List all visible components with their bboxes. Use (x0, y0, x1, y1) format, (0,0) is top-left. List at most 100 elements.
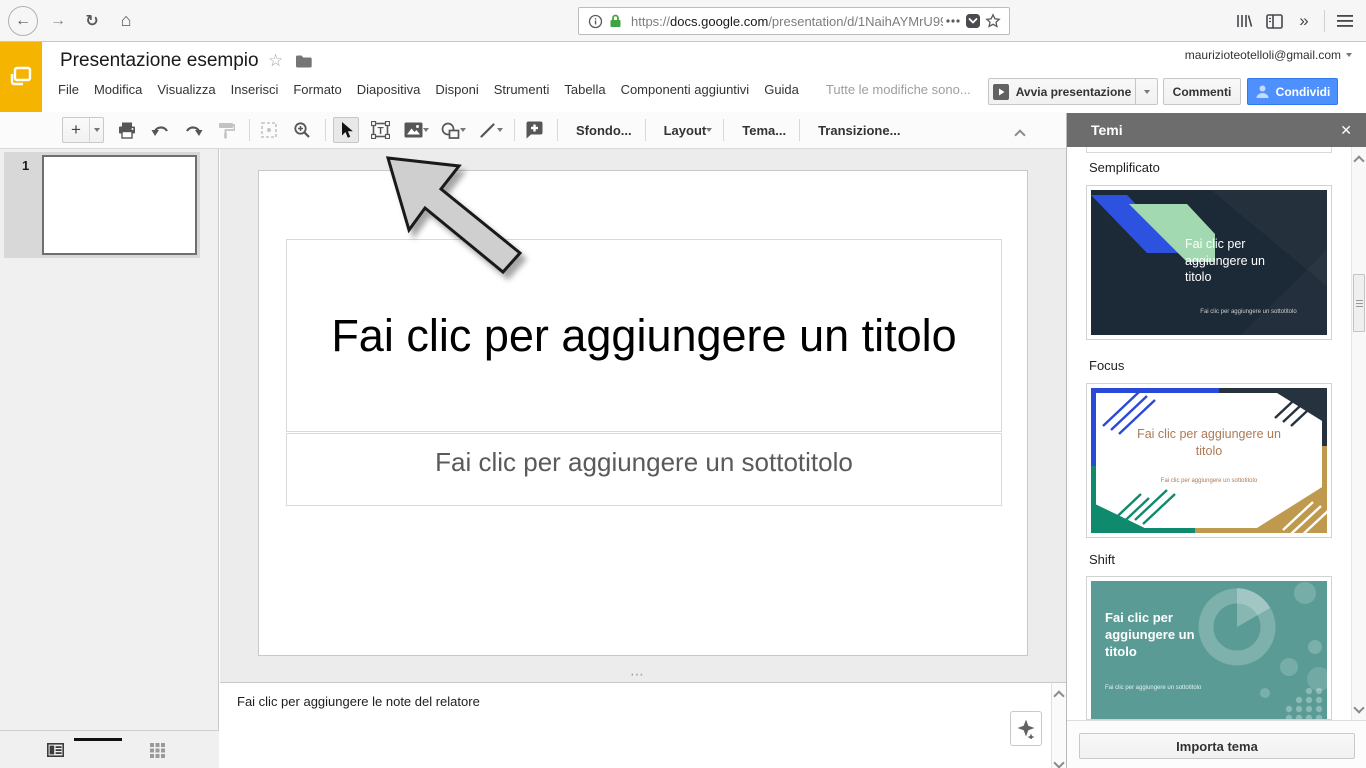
themes-panel-title: Temi (1091, 122, 1123, 138)
comments-button[interactable]: Commenti (1163, 78, 1241, 105)
slide-row-selected[interactable]: 1 (4, 152, 200, 258)
menu-strumenti[interactable]: Strumenti (494, 82, 550, 97)
menu-visualizza[interactable]: Visualizza (157, 82, 215, 97)
url-domain: docs.google.com (670, 14, 768, 29)
menu-modifica[interactable]: Modifica (94, 82, 142, 97)
present-button[interactable]: Avvia presentazione (988, 78, 1136, 105)
print-icon[interactable] (115, 118, 139, 142)
theme-card-focus[interactable]: Fai clic per aggiungere un titolo Fai cl… (1086, 383, 1332, 538)
https-lock-icon[interactable] (605, 11, 625, 31)
notes-scrollbar[interactable] (1051, 682, 1066, 768)
app-header: Presentazione esempio ☆ File Modifica Vi… (0, 42, 1366, 112)
browser-toolbar: ← → ↻ ⌂ https://docs.google.com/presenta… (0, 0, 1366, 42)
theme-title-text: Fai clic per aggiungere un titolo (1185, 236, 1287, 286)
zoom-fit-icon[interactable] (257, 118, 281, 142)
page-actions-icon[interactable] (943, 11, 963, 31)
theme-title-text: Fai clic per aggiungere un titolo (1091, 426, 1327, 460)
bookmark-star-icon[interactable] (983, 11, 1003, 31)
filmstrip-view-button[interactable] (43, 740, 67, 760)
share-button[interactable]: Condividi (1247, 78, 1338, 105)
image-caret[interactable] (423, 128, 429, 132)
shape-caret[interactable] (460, 128, 466, 132)
menu-diapositiva[interactable]: Diapositiva (357, 82, 421, 97)
toolbar-divider (723, 119, 724, 141)
grid-view-button[interactable] (145, 740, 169, 760)
slides-logo-icon[interactable] (0, 42, 42, 112)
theme-preview-shift: Fai clic per aggiungere un titolo Fai cl… (1091, 581, 1327, 720)
redo-icon[interactable] (181, 118, 205, 142)
line-tool-icon[interactable] (475, 118, 499, 142)
menu-file[interactable]: File (58, 82, 79, 97)
insert-comment-icon[interactable] (522, 118, 546, 142)
themes-panel: Temi ✕ Semplificato Fai clic per aggiung… (1066, 113, 1366, 768)
theme-subtitle-text: Fai clic per aggiungere un sottotitolo (1191, 309, 1306, 315)
document-title[interactable]: Presentazione esempio (60, 50, 259, 72)
title-placeholder-box[interactable]: Fai clic per aggiungere un titolo (286, 239, 1002, 432)
themes-scrollbar[interactable] (1351, 147, 1366, 720)
theme-subtitle-text: Fai clic per aggiungere un sottotitolo (1091, 478, 1327, 484)
themes-scroll-thumb[interactable] (1353, 274, 1365, 332)
active-view-indicator (74, 738, 122, 741)
view-mode-bar (0, 730, 219, 768)
subtitle-placeholder-text: Fai clic per aggiungere un sottotitolo (287, 447, 1001, 478)
new-slide-caret[interactable] (89, 118, 103, 142)
theme-label-semplificato: Semplificato (1089, 160, 1160, 175)
subtitle-placeholder-box[interactable]: Fai clic per aggiungere un sottotitolo (286, 433, 1002, 506)
new-slide-button[interactable]: + (62, 117, 104, 143)
explore-button[interactable] (1010, 711, 1042, 746)
menu-guida[interactable]: Guida (764, 82, 799, 97)
layout-caret[interactable] (706, 128, 712, 132)
speaker-notes-placeholder: Fai clic per aggiungere le note del rela… (237, 694, 480, 709)
sidebars-icon[interactable] (1259, 6, 1289, 36)
line-caret[interactable] (497, 128, 503, 132)
menu-formato[interactable]: Formato (293, 82, 341, 97)
browser-home-icon[interactable]: ⌂ (112, 7, 140, 35)
url-bar[interactable]: https://docs.google.com/presentation/d/1… (578, 7, 1010, 35)
menu-componenti-aggiuntivi[interactable]: Componenti aggiuntivi (621, 82, 750, 97)
image-tool-icon[interactable] (401, 118, 425, 142)
paint-format-icon[interactable] (214, 118, 238, 142)
browser-divider (1324, 10, 1325, 32)
pocket-icon[interactable] (963, 11, 983, 31)
themes-scroll-up-icon[interactable] (1355, 152, 1363, 170)
speaker-notes[interactable]: Fai clic per aggiungere le note del rela… (220, 682, 1051, 768)
notes-scroll-down-icon[interactable] (1055, 754, 1063, 768)
toolbar-divider (557, 119, 558, 141)
hamburger-menu-icon[interactable] (1330, 6, 1360, 36)
collapse-toolbar-icon[interactable] (1016, 126, 1024, 144)
themes-scroll-down-icon[interactable] (1355, 699, 1363, 717)
background-button[interactable]: Sfondo... (565, 123, 643, 138)
shape-tool-icon[interactable] (438, 118, 462, 142)
slide-thumbnail[interactable] (42, 155, 197, 255)
close-panel-icon[interactable]: ✕ (1340, 122, 1352, 139)
transition-button[interactable]: Transizione... (807, 123, 911, 138)
grid-view-icon (150, 743, 165, 758)
select-tool-button[interactable] (333, 117, 359, 143)
star-document-icon[interactable]: ☆ (268, 51, 283, 71)
browser-back-icon[interactable]: ← (8, 6, 38, 36)
menu-disponi[interactable]: Disponi (435, 82, 478, 97)
theme-card-semplificato[interactable]: Fai clic per aggiungere un titolo Fai cl… (1086, 185, 1332, 340)
layout-button[interactable]: Layout (653, 123, 711, 138)
overflow-chevrons-icon[interactable]: » (1289, 6, 1319, 36)
notes-resize-handle[interactable]: ⋯ (630, 666, 646, 683)
current-slide[interactable]: Fai clic per aggiungere un titolo Fai cl… (258, 170, 1028, 656)
theme-card-shift[interactable]: Fai clic per aggiungere un titolo Fai cl… (1086, 576, 1332, 720)
browser-reload-icon[interactable]: ↻ (78, 7, 106, 35)
browser-forward-icon[interactable]: → (44, 7, 72, 35)
menu-tabella[interactable]: Tabella (564, 82, 605, 97)
toolbar-divider (799, 119, 800, 141)
theme-card-partial[interactable] (1086, 147, 1332, 153)
menu-inserisci[interactable]: Inserisci (231, 82, 279, 97)
notes-scroll-up-icon[interactable] (1055, 687, 1063, 705)
library-icon[interactable] (1229, 6, 1259, 36)
undo-icon[interactable] (148, 118, 172, 142)
move-to-folder-icon[interactable] (295, 55, 312, 68)
account-menu[interactable]: maurizioteotelloli@gmail.com (1185, 48, 1352, 62)
present-dropdown-button[interactable] (1135, 78, 1158, 105)
site-info-icon[interactable] (585, 11, 605, 31)
textbox-tool-icon[interactable]: T (368, 118, 392, 142)
theme-button[interactable]: Tema... (731, 123, 797, 138)
zoom-icon[interactable] (290, 118, 314, 142)
import-theme-button[interactable]: Importa tema (1079, 733, 1355, 759)
